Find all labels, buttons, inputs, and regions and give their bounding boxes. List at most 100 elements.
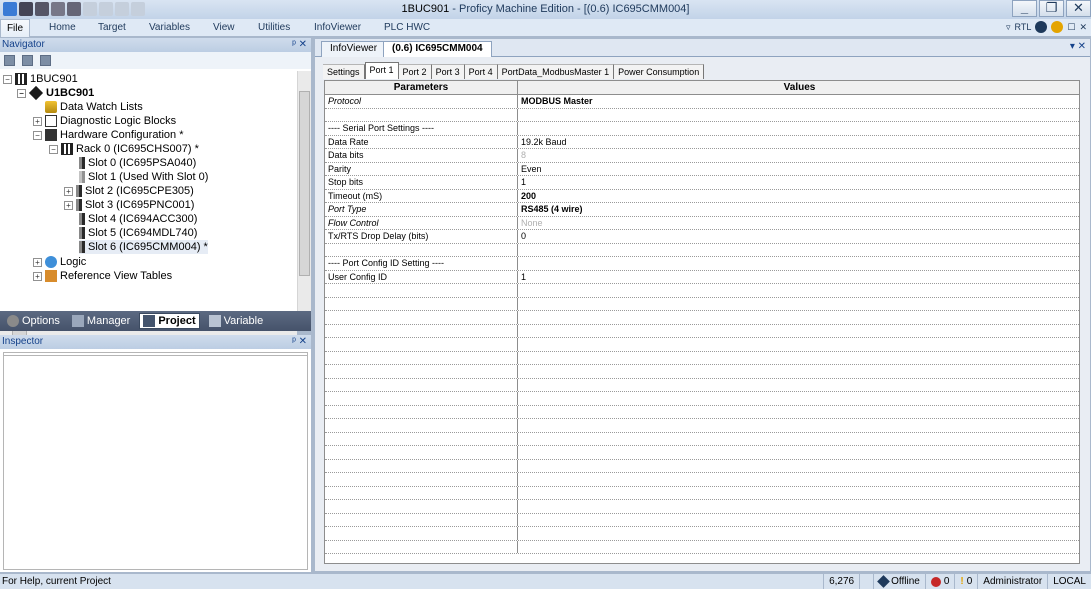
menu-home[interactable]: Home (49, 22, 76, 33)
table-row[interactable]: Protocol MODBUS Master (325, 95, 1079, 109)
tab-manager[interactable]: Manager (69, 314, 133, 328)
expand-icon[interactable]: + (33, 116, 42, 126)
menu-view[interactable]: View (213, 22, 235, 33)
collapse-icon[interactable]: − (49, 144, 58, 154)
subtab-power-consumption[interactable]: Power Consumption (614, 64, 705, 79)
tree-view-icon[interactable] (22, 55, 33, 66)
table-row[interactable] (325, 108, 1079, 122)
table-row[interactable]: Stop bits 1 (325, 176, 1079, 190)
tab-options[interactable]: Options (4, 314, 63, 328)
parameter-cell: Flow Control (325, 216, 518, 229)
value-cell[interactable]: MODBUS Master (518, 95, 1079, 108)
tree-item[interactable]: + Logic (33, 255, 86, 269)
tab-variable[interactable]: Variable (206, 314, 267, 328)
expand-icon[interactable]: + (64, 186, 73, 196)
tree-item[interactable]: + Slot 3 (IC695PNC001) (64, 198, 194, 212)
tree-item-selected[interactable]: Slot 6 (IC695CMM004) * (79, 240, 208, 254)
inspector-pin-close[interactable]: ᵖ ✕ (292, 335, 307, 349)
tree-item[interactable]: + Slot 2 (IC695CPE305) (64, 184, 194, 198)
parameter-cell (325, 365, 518, 378)
menu-utilities[interactable]: Utilities (258, 22, 290, 33)
expand-icon[interactable]: + (33, 257, 42, 267)
navigator-header: Navigator ᵖ ✕ (0, 38, 311, 52)
subtab-port-3[interactable]: Port 3 (431, 64, 465, 79)
table-row[interactable]: User Config ID 1 (325, 270, 1079, 284)
tree-item[interactable]: + Diagnostic Logic Blocks (33, 114, 176, 128)
tree-item[interactable]: −1BUC901 (3, 72, 78, 86)
properties-icon[interactable] (40, 55, 51, 66)
table-row[interactable]: Data Rate 19.2k Baud (325, 135, 1079, 149)
tree-item[interactable]: + Reference View Tables (33, 269, 172, 283)
chevron-down-icon[interactable]: ▿ (1006, 22, 1011, 33)
info-icon[interactable] (1051, 21, 1064, 33)
table-row[interactable]: Port Type RS485 (4 wire) (325, 203, 1079, 217)
menu-plc-hwc[interactable]: PLC HWC (384, 22, 430, 33)
navigator-pin-close[interactable]: ᵖ ✕ (292, 38, 307, 52)
parameter-cell: Protocol (325, 95, 518, 108)
expand-icon[interactable]: + (33, 271, 42, 281)
menu-variables[interactable]: Variables (149, 22, 190, 33)
navigator-vertical-scrollbar[interactable] (297, 71, 311, 323)
rtl-label[interactable]: RTL (1015, 22, 1032, 32)
close-button[interactable]: ✕ (1066, 0, 1091, 17)
value-cell[interactable]: 1 (518, 271, 1079, 284)
column-values[interactable]: Values (518, 81, 1079, 95)
expand-icon[interactable]: + (64, 200, 73, 210)
value-cell[interactable]: 19.2k Baud (518, 136, 1079, 149)
menu-file[interactable]: File (0, 19, 30, 37)
subtab-port-4[interactable]: Port 4 (464, 64, 498, 79)
value-cell[interactable]: RS485 (4 wire) (518, 203, 1079, 216)
tree-item[interactable]: − U1BC901 (17, 85, 94, 101)
subtab-settings[interactable]: Settings (323, 64, 365, 79)
value-cell[interactable]: 0 (518, 230, 1079, 243)
table-row[interactable]: Flow Control None (325, 216, 1079, 230)
table-row[interactable] (325, 243, 1079, 257)
parameter-cell (325, 108, 518, 121)
help-icon[interactable] (1035, 21, 1048, 33)
collapse-icon[interactable]: − (33, 130, 42, 140)
tree-item[interactable]: Slot 4 (IC694ACC300) (79, 212, 197, 226)
table-row[interactable]: ---- Port Config ID Setting ---- (325, 257, 1079, 271)
table-row (325, 459, 1079, 473)
table-row[interactable]: Parity Even (325, 162, 1079, 176)
tab-infoviewer[interactable]: InfoViewer (321, 41, 387, 57)
column-parameters[interactable]: Parameters (325, 81, 518, 95)
menu-infoviewer[interactable]: InfoViewer (314, 22, 361, 33)
slot-icon (79, 213, 85, 225)
manager-icon (71, 315, 84, 327)
subtab-port-1[interactable]: Port 1 (364, 62, 399, 79)
table-row[interactable]: Data bits 8 (325, 149, 1079, 163)
restore-button[interactable]: ❐ (1039, 0, 1064, 17)
tree-item[interactable]: − Rack 0 (IC695CHS007) * (49, 142, 199, 156)
subtab-portdata-modbusmaster[interactable]: PortData_ModbusMaster 1 (497, 64, 615, 79)
document-close[interactable]: ▾ ✕ (1070, 41, 1086, 52)
value-cell[interactable]: Even (518, 163, 1079, 176)
minimize-button[interactable]: _ (1012, 0, 1037, 17)
tree-item[interactable]: Slot 1 (Used With Slot 0) (79, 170, 208, 184)
inspector-divider[interactable] (4, 353, 307, 356)
tab-project[interactable]: Project (139, 313, 200, 329)
tree-item[interactable]: − Hardware Configuration * (33, 128, 184, 142)
value-cell (518, 257, 1079, 270)
tree-item[interactable]: Data Watch Lists (33, 100, 143, 114)
subtab-port-2[interactable]: Port 2 (398, 64, 432, 79)
list-view-icon[interactable] (4, 55, 15, 66)
parameter-cell (325, 527, 518, 540)
value-cell[interactable]: 200 (518, 190, 1079, 203)
value-cell (518, 244, 1079, 257)
menu-target[interactable]: Target (98, 22, 126, 33)
table-row[interactable]: Timeout (mS) 200 (325, 189, 1079, 203)
tree-item[interactable]: Slot 0 (IC695PSA040) (79, 156, 196, 170)
collapse-icon[interactable]: − (3, 74, 12, 84)
table-row[interactable]: Tx/RTS Drop Delay (bits) 0 (325, 230, 1079, 244)
scrollbar-thumb[interactable] (299, 91, 310, 276)
collapse-icon[interactable]: − (17, 88, 26, 98)
close-doc-icon[interactable]: ✕ (1079, 22, 1087, 33)
window-icon[interactable]: ☐ (1067, 22, 1075, 33)
parameter-cell (325, 419, 518, 432)
value-cell (518, 433, 1079, 446)
tree-item[interactable]: Slot 5 (IC694MDL740) (79, 226, 197, 240)
table-row[interactable]: ---- Serial Port Settings ---- (325, 122, 1079, 136)
tab-ic695cmm004[interactable]: (0.6) IC695CMM004 (383, 41, 492, 57)
value-cell[interactable]: 1 (518, 176, 1079, 189)
